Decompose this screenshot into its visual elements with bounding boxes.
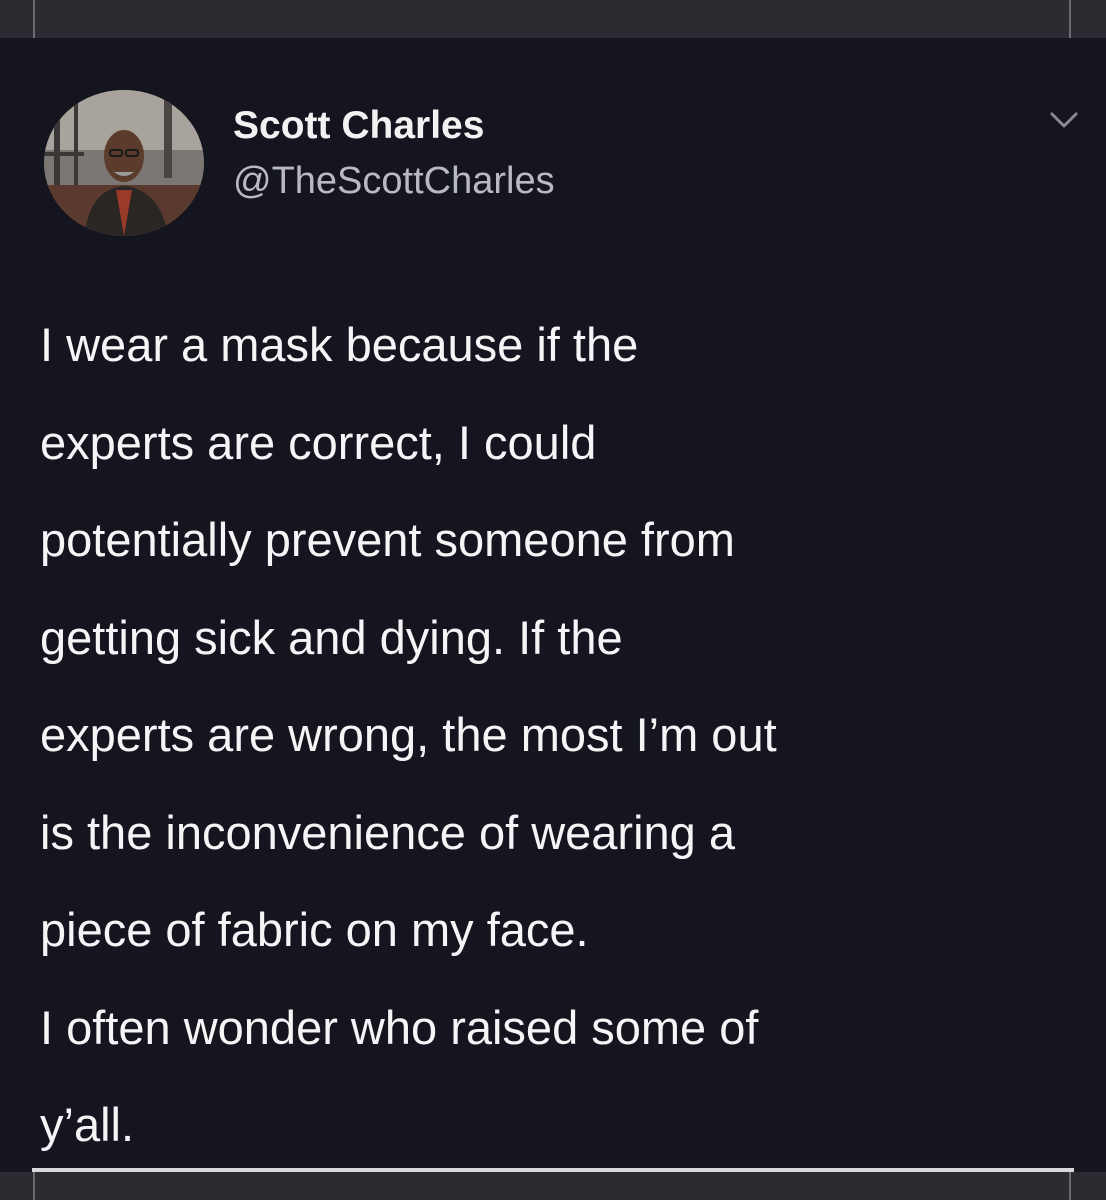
strip-edge-left bbox=[33, 1172, 35, 1200]
cropped-top-strip bbox=[0, 0, 1106, 38]
avatar-photo-icon bbox=[44, 90, 204, 236]
tweet-paragraph-1: I wear a mask because if the experts are… bbox=[40, 296, 1090, 979]
chevron-down-icon[interactable] bbox=[1044, 106, 1084, 136]
tweet-line: experts are correct, I could bbox=[40, 415, 597, 469]
tweet-text: I wear a mask because if the experts are… bbox=[40, 296, 1090, 1174]
tweet-line: I wear a mask because if the bbox=[40, 318, 639, 371]
tweet-card: Scott Charles @TheScottCharles I wear a … bbox=[0, 38, 1106, 1168]
user-handle[interactable]: @TheScottCharles bbox=[233, 160, 555, 203]
tweet-line: getting sick and dying. If the bbox=[40, 610, 623, 664]
tweet-line: is the inconvenience of wearing a bbox=[40, 805, 735, 859]
strip-edge-right bbox=[1069, 0, 1071, 38]
tweet-line: I often wonder who raised some of bbox=[40, 1000, 759, 1054]
tweet-line: y’all. bbox=[40, 1098, 135, 1151]
display-name[interactable]: Scott Charles bbox=[233, 104, 484, 148]
cropped-bottom-strip bbox=[0, 1172, 1106, 1200]
tweet-line: experts are wrong, the most I’m out bbox=[40, 708, 777, 761]
tweet-line: piece of fabric on my face. bbox=[40, 903, 589, 956]
tweet-line: potentially prevent someone from bbox=[40, 513, 735, 566]
avatar[interactable] bbox=[44, 90, 204, 236]
strip-edge-left bbox=[33, 0, 35, 38]
tweet-paragraph-2: I often wonder who raised some of y’all. bbox=[40, 979, 1090, 1174]
strip-edge-right bbox=[1069, 1172, 1071, 1200]
